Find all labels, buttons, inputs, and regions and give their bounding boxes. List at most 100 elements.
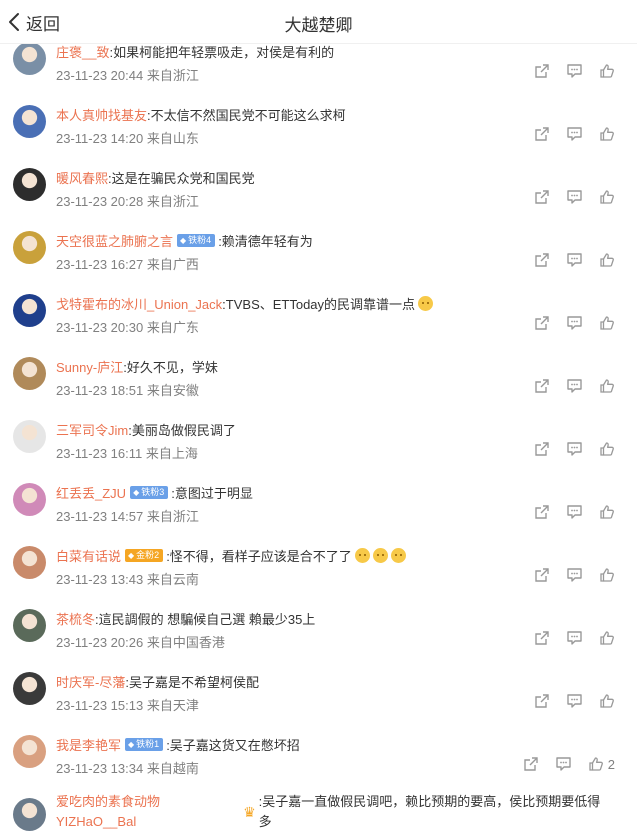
avatar[interactable]: [13, 672, 46, 705]
comment-actions: [518, 693, 615, 709]
like-button[interactable]: [599, 63, 615, 79]
comment-text: :怪不得，看样子应该是合不了了: [166, 549, 352, 564]
username-link[interactable]: 天空很蓝之肺腑之言: [56, 231, 173, 250]
like-button[interactable]: [599, 504, 615, 520]
comment-item: 茶梳冬:這民調假的 想騙候自己選 賴最少35上 23-11-23 20:26 来自…: [0, 603, 637, 666]
username-link[interactable]: 红丢丢_ZJU: [56, 483, 126, 502]
page-title: 大越楚卿: [284, 16, 353, 35]
comment-icon: [566, 252, 583, 268]
fan-badge-label: 铁粉4: [188, 235, 212, 245]
comment-icon: [566, 567, 583, 583]
reply-button[interactable]: [566, 252, 583, 268]
share-button[interactable]: [534, 189, 550, 205]
avatar[interactable]: [13, 609, 46, 642]
share-button[interactable]: [534, 567, 550, 583]
share-icon: [534, 252, 550, 268]
like-button[interactable]: [599, 693, 615, 709]
like-button[interactable]: [599, 189, 615, 205]
avatar[interactable]: [13, 420, 46, 453]
username-link[interactable]: 茶梳冬: [56, 609, 95, 628]
comment-text: :美丽岛做假民调了: [128, 423, 236, 438]
comment-meta: 23-11-23 14:20 来自山东: [56, 131, 199, 146]
share-button[interactable]: [523, 756, 539, 772]
reply-button[interactable]: [566, 441, 583, 457]
reply-button[interactable]: [566, 504, 583, 520]
username-link[interactable]: 本人真帅找基友: [56, 105, 147, 124]
comment-actions: 2: [507, 756, 615, 772]
comment-text: :吴子嘉一直做假民调吧，赖比预期的要高，侯比预期要低得多: [258, 794, 601, 829]
share-button[interactable]: [534, 441, 550, 457]
comment-text: :意图过于明显: [171, 486, 253, 501]
username-link[interactable]: 暖风春熙: [56, 168, 108, 187]
like-button[interactable]: [599, 252, 615, 268]
like-button[interactable]: [599, 630, 615, 646]
username-link[interactable]: 庄褒__致: [56, 42, 109, 61]
share-button[interactable]: [534, 315, 550, 331]
avatar[interactable]: [13, 105, 46, 138]
share-button[interactable]: [534, 630, 550, 646]
comment-meta: 23-11-23 16:27 来自广西: [56, 257, 199, 272]
username-link[interactable]: 时庆军-尽藩: [56, 672, 125, 691]
comment-icon: [555, 756, 572, 772]
username-link[interactable]: 三军司令Jim: [56, 420, 128, 439]
comment-meta: 23-11-23 13:43 来自云南: [56, 572, 199, 587]
comment-content: 三军司令Jim:美丽岛做假民调了: [56, 420, 613, 439]
thumbs-up-icon: [599, 693, 615, 709]
comment-actions: [518, 441, 615, 457]
comment-content: 红丢丢_ZJU ◆ 铁粉3:意图过于明显: [56, 483, 613, 502]
share-button[interactable]: [534, 126, 550, 142]
avatar[interactable]: [13, 294, 46, 327]
comment-content: 茶梳冬:這民調假的 想騙候自己選 賴最少35上: [56, 609, 613, 628]
share-icon: [534, 441, 550, 457]
comment-icon: [566, 315, 583, 331]
reply-button[interactable]: [566, 630, 583, 646]
share-button[interactable]: [534, 252, 550, 268]
like-button[interactable]: [599, 441, 615, 457]
comment-meta: 23-11-23 13:34 来自越南: [56, 761, 199, 776]
share-icon: [534, 126, 550, 142]
reply-button[interactable]: [566, 63, 583, 79]
like-button[interactable]: 2: [588, 756, 615, 772]
comment-text: :吴子嘉这货又在憋坏招: [166, 738, 300, 753]
reply-button[interactable]: [566, 693, 583, 709]
like-button[interactable]: [599, 567, 615, 583]
comment-meta: 23-11-23 20:26 来自中国香港: [56, 635, 225, 650]
reply-button[interactable]: [566, 189, 583, 205]
comment-text: :好久不见，学妹: [123, 360, 218, 375]
username-link[interactable]: 我是李艳军: [56, 735, 121, 754]
reply-button[interactable]: [566, 567, 583, 583]
avatar[interactable]: [13, 357, 46, 390]
avatar[interactable]: [13, 798, 46, 831]
like-button[interactable]: [599, 315, 615, 331]
username-link[interactable]: 戈特霍布的冰川_Union_Jack: [56, 294, 222, 313]
share-button[interactable]: [534, 63, 550, 79]
share-button[interactable]: [534, 378, 550, 394]
avatar[interactable]: [13, 42, 46, 75]
avatar[interactable]: [13, 231, 46, 264]
comment-text: :如果柯能把年轻票吸走，对侯是有利的: [109, 45, 335, 60]
avatar[interactable]: [13, 483, 46, 516]
username-link[interactable]: 白菜有话说: [56, 546, 121, 565]
avatar[interactable]: [13, 546, 46, 579]
reply-button[interactable]: [566, 378, 583, 394]
like-button[interactable]: [599, 378, 615, 394]
avatar[interactable]: [13, 735, 46, 768]
fan-badge: ◆ 铁粉3: [130, 486, 169, 499]
comment-content: 戈特霍布的冰川_Union_Jack:TVBS、ETToday的民调靠谱一点: [56, 294, 613, 313]
diamond-icon: ◆: [180, 236, 187, 245]
comment-text: :不太信不然国民党不可能这么求柯: [147, 108, 346, 123]
comment-meta: 23-11-23 15:13 来自天津: [56, 698, 199, 713]
username-link[interactable]: Sunny-庐江: [56, 357, 123, 376]
avatar[interactable]: [13, 168, 46, 201]
like-button[interactable]: [599, 126, 615, 142]
comment-actions: [518, 630, 615, 646]
comment-actions: [518, 189, 615, 205]
share-button[interactable]: [534, 693, 550, 709]
share-icon: [534, 693, 550, 709]
share-button[interactable]: [534, 504, 550, 520]
username-link[interactable]: 爱吃肉的素食动物YIZHaO__Bal: [56, 792, 240, 832]
reply-button[interactable]: [566, 126, 583, 142]
reply-button[interactable]: [555, 756, 572, 772]
reply-button[interactable]: [566, 315, 583, 331]
comment-actions: [518, 126, 615, 142]
